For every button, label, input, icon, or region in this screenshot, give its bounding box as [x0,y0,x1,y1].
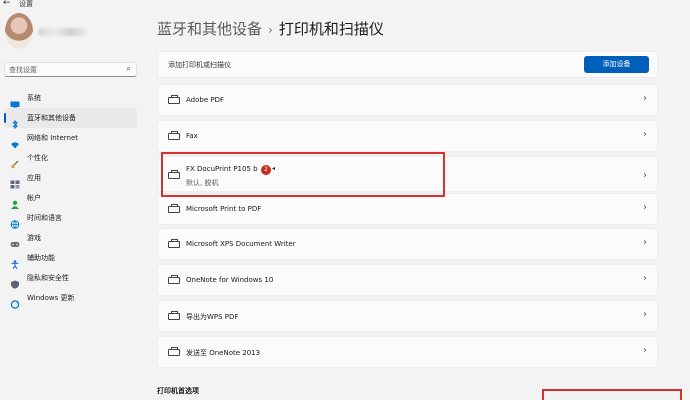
sidebar-item-label: 个性化 [27,154,48,162]
sidebar-nav: 系统 蓝牙和其他设备 网络和 Internet 个性化 应用 帐户 时间和语言 … [0,88,140,309]
monitor-icon [10,94,20,109]
search-input[interactable] [9,65,119,75]
annotation-highlight-box [542,389,682,400]
apps-icon [10,174,20,189]
sidebar-item-network[interactable]: 网络和 Internet [4,128,137,149]
sidebar: ⌕ 系统 蓝牙和其他设备 网络和 Internet 个性化 [0,0,145,400]
sidebar-item-label: 帐户 [27,194,41,202]
breadcrumb-separator-icon: › [268,23,273,37]
printer-name: 发送至 OneNote 2013 [186,349,261,357]
printer-icon [168,95,180,104]
printer-icon [168,239,180,248]
printer-item-onenote-win10[interactable]: OneNote for Windows 10 › [157,264,658,296]
shield-icon [10,274,20,289]
add-printer-label: 添加打印机或扫描仪 [168,61,231,69]
avatar[interactable] [5,13,33,49]
wifi-icon [10,134,20,149]
sidebar-item-time-language[interactable]: 时间和语言 [4,208,137,230]
accessibility-icon [10,254,20,270]
annotation-highlight-box [161,152,445,197]
user-name-redacted [38,28,88,36]
sidebar-item-label: 系统 [27,94,41,102]
printer-name: Adobe PDF [186,96,225,104]
add-printer-card: 添加打印机或扫描仪 添加设备 [157,51,658,78]
printer-name: OneNote for Windows 10 [186,276,274,284]
chevron-right-icon: › [643,345,647,356]
chevron-right-icon: › [643,129,647,140]
chevron-right-icon: › [643,93,647,104]
sidebar-item-label: 隐私和安全性 [27,274,69,282]
sidebar-item-apps[interactable]: 应用 [4,168,137,189]
sidebar-item-label: Windows 更新 [27,294,75,302]
printer-icon [168,131,180,140]
globe-icon [10,214,20,230]
sidebar-item-privacy-security[interactable]: 隐私和安全性 [4,268,137,289]
breadcrumb: 蓝牙和其他设备 › 打印机和扫描仪 [157,18,384,39]
sidebar-item-system[interactable]: 系统 [4,88,137,109]
printer-item-fax[interactable]: Fax › [157,120,658,152]
account-icon [10,194,20,209]
sidebar-item-bluetooth-devices[interactable]: 蓝牙和其他设备 [4,108,137,130]
printer-icon [168,204,180,213]
chevron-right-icon: › [643,237,647,248]
printer-item-adobe-pdf[interactable]: Adobe PDF › [157,84,658,116]
search-box[interactable]: ⌕ [4,62,137,77]
chevron-right-icon: › [643,309,647,320]
page-title: 打印机和扫描仪 [278,20,384,38]
printer-icon [168,347,180,356]
printer-preferences-heading: 打印机首选项 [157,387,199,395]
update-icon [10,294,20,309]
sidebar-item-label: 蓝牙和其他设备 [27,114,76,122]
printer-item-onenote-2013[interactable]: 发送至 OneNote 2013 › [157,336,658,368]
sidebar-item-personalization[interactable]: 个性化 [4,148,137,169]
sidebar-item-accessibility[interactable]: 辅助功能 [4,248,137,270]
breadcrumb-parent[interactable]: 蓝牙和其他设备 [157,20,262,38]
sidebar-item-label: 时间和语言 [27,214,62,222]
printer-item-wps-pdf[interactable]: 导出为WPS PDF › [157,300,658,332]
sidebar-item-windows-update[interactable]: Windows 更新 [4,288,137,309]
sidebar-item-gaming[interactable]: 游戏 [4,228,137,248]
sidebar-item-accounts[interactable]: 帐户 [4,188,137,209]
search-icon[interactable]: ⌕ [127,64,131,74]
sidebar-item-label: 辅助功能 [27,254,55,262]
printer-name: 导出为WPS PDF [186,313,239,321]
sidebar-item-label: 游戏 [27,234,41,242]
printer-icon [168,311,180,320]
chevron-right-icon: › [643,273,647,284]
gamepad-icon [10,234,20,247]
sidebar-item-label: 应用 [27,174,41,182]
printer-name: Microsoft Print to PDF [186,205,262,213]
printer-name: Fax [186,132,198,140]
printer-icon [168,275,180,284]
printer-item-microsoft-print-to-pdf[interactable]: Microsoft Print to PDF › [157,193,658,225]
brush-icon [10,154,20,169]
printer-item-microsoft-xps-writer[interactable]: Microsoft XPS Document Writer › [157,228,658,260]
bluetooth-icon [10,114,20,130]
add-device-button[interactable]: 添加设备 [584,56,649,73]
chevron-right-icon: › [643,170,647,181]
printer-name: Microsoft XPS Document Writer [186,240,296,248]
sidebar-item-label: 网络和 Internet [27,134,79,142]
chevron-right-icon: › [643,202,647,213]
